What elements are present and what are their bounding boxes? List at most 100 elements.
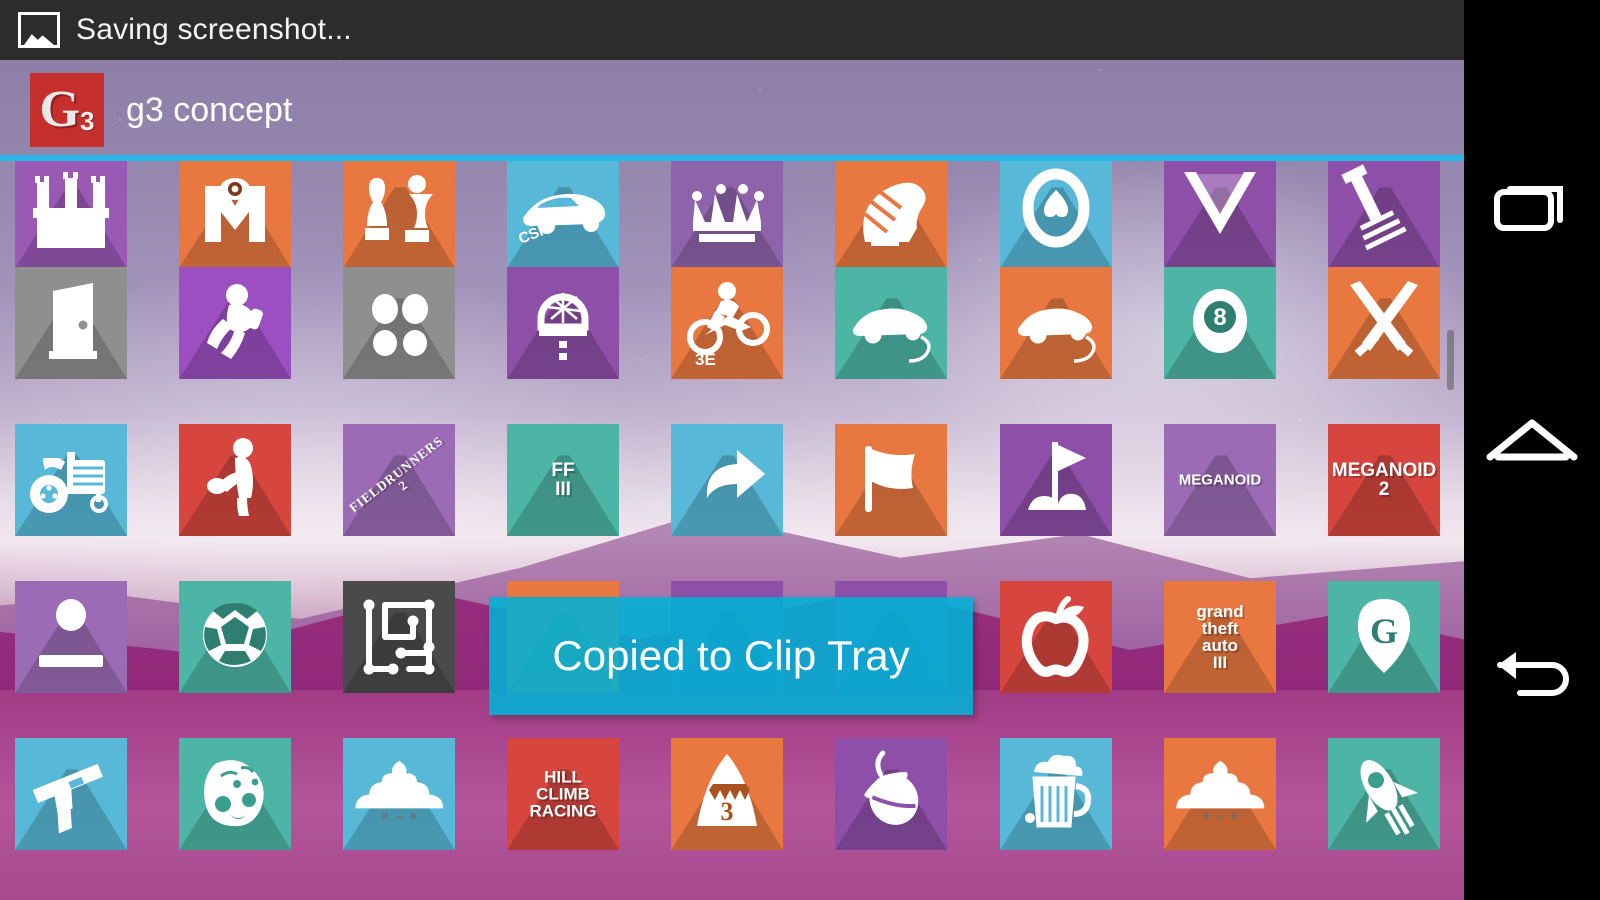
poop-orange-icon[interactable]	[1164, 738, 1276, 850]
icon-tile	[179, 581, 291, 693]
icon-tile	[15, 156, 127, 268]
icon-tile	[179, 267, 291, 379]
svg-text:8: 8	[1213, 304, 1226, 331]
icon-tile	[179, 156, 291, 268]
guitar-icon[interactable]	[1328, 156, 1440, 268]
image-icon	[18, 12, 60, 48]
icon-tile	[1000, 581, 1112, 693]
icon-tile: MEGANOID	[1164, 424, 1276, 536]
icon-tile: MEGANOID 2	[1328, 424, 1440, 536]
icon-tile	[671, 424, 783, 536]
horse-icon[interactable]	[835, 156, 947, 268]
racing-car-orange-icon[interactable]	[1000, 267, 1112, 379]
ball-paddle-icon[interactable]	[15, 581, 127, 693]
icon-tile: FIELDRUNNERS 2	[343, 424, 455, 536]
golf-flag-icon[interactable]	[1000, 424, 1112, 536]
drawer-title: g3 concept	[126, 90, 293, 129]
svg-text:G: G	[1370, 611, 1398, 651]
eight-ball-icon[interactable]: 8	[1164, 267, 1276, 379]
csr-racing-icon[interactable]: CSR	[507, 156, 619, 268]
hungry-shark-3-icon[interactable]: 3	[671, 738, 783, 850]
crown-icon[interactable]	[671, 156, 783, 268]
screenshot-root: CSR 3E 8 FIELDRUNNERS 2 FF III MEGANOID …	[0, 0, 1600, 900]
recents-icon	[1494, 186, 1563, 231]
final-fantasy-iii-icon[interactable]: FF III	[507, 424, 619, 536]
soccer-ball-icon[interactable]	[179, 581, 291, 693]
beer-mug-icon[interactable]	[1000, 738, 1112, 850]
icon-tile	[507, 267, 619, 379]
acorn-icon[interactable]	[835, 738, 947, 850]
icon-tile	[343, 738, 455, 850]
chevron-icon[interactable]	[1164, 156, 1276, 268]
creature-face-icon[interactable]	[179, 738, 291, 850]
meganoid-2-icon[interactable]: MEGANOID 2	[1328, 424, 1440, 536]
fieldrunners-2-icon[interactable]: FIELDRUNNERS 2	[343, 424, 455, 536]
apple-icon[interactable]	[1000, 581, 1112, 693]
monsters-icon[interactable]	[179, 156, 291, 268]
phone-screen: CSR 3E 8 FIELDRUNNERS 2 FF III MEGANOID …	[0, 0, 1464, 900]
g3-logo-icon: G 3	[30, 73, 104, 147]
grand-theft-auto-iii-icon[interactable]: grand theft auto III	[1164, 581, 1276, 693]
svg-text:3: 3	[721, 797, 734, 826]
toast-message: Copied to Clip Tray	[552, 632, 910, 679]
rocket-icon[interactable]	[1328, 738, 1440, 850]
icon-tile	[835, 738, 947, 850]
guitar-pick-icon[interactable]: G	[1328, 581, 1440, 693]
icon-label: MEGANOID 2	[1331, 460, 1437, 500]
racing-car-teal-icon[interactable]	[835, 267, 947, 379]
status-bar-text: Saving screenshot...	[76, 13, 352, 46]
trial-xtreme-icon[interactable]: 3E	[671, 267, 783, 379]
icon-tile	[1164, 156, 1276, 268]
icon-tile: CSR	[507, 156, 619, 268]
meganoid-icon[interactable]: MEGANOID	[1164, 424, 1276, 536]
icon-tile	[343, 156, 455, 268]
pistol-icon[interactable]	[15, 738, 127, 850]
castle-icon[interactable]	[15, 156, 127, 268]
icon-tile	[671, 156, 783, 268]
icon-tile	[343, 267, 455, 379]
svg-text:CSR: CSR	[516, 220, 552, 248]
icon-label: grand theft auto III	[1196, 602, 1244, 672]
icon-tile	[1000, 738, 1112, 850]
arrow-icon[interactable]	[671, 424, 783, 536]
icon-tile	[835, 424, 947, 536]
icon-label: FF III	[551, 460, 575, 500]
road-arch-icon[interactable]	[507, 267, 619, 379]
icon-tile	[1328, 738, 1440, 850]
back-button[interactable]	[1464, 620, 1600, 730]
hill-climb-racing-icon[interactable]: HILL CLIMB RACING	[507, 738, 619, 850]
home-button[interactable]	[1464, 385, 1600, 495]
flow-puzzle-icon[interactable]	[343, 581, 455, 693]
spade-icon[interactable]	[1000, 156, 1112, 268]
flag-icon[interactable]	[835, 424, 947, 536]
tractor-icon[interactable]	[15, 424, 127, 536]
icon-tile: grand theft auto III	[1164, 581, 1276, 693]
door-icon[interactable]	[15, 267, 127, 379]
chess-icon[interactable]	[343, 156, 455, 268]
four-dots-icon[interactable]	[343, 267, 455, 379]
tab-underline	[0, 155, 1464, 161]
icon-tile	[1328, 267, 1440, 379]
bowler-icon[interactable]	[179, 424, 291, 536]
icon-tile	[343, 581, 455, 693]
icon-tile	[179, 738, 291, 850]
icon-label: MEGANOID	[1178, 471, 1262, 489]
toast-notification: Copied to Clip Tray	[489, 597, 973, 715]
icon-tile: 3	[671, 738, 783, 850]
g3-logo-letter: G	[39, 81, 80, 138]
icon-tile	[15, 581, 127, 693]
icon-tile	[15, 738, 127, 850]
home-icon	[1486, 419, 1578, 461]
grid-scrollbar[interactable]	[1447, 330, 1454, 390]
recents-button[interactable]	[1464, 150, 1600, 260]
poop-blue-icon[interactable]	[343, 738, 455, 850]
swords-icon[interactable]	[1328, 267, 1440, 379]
icon-tile	[1000, 156, 1112, 268]
jetpack-joyride-icon[interactable]	[179, 267, 291, 379]
drawer-header: G 3 g3 concept	[0, 60, 1464, 160]
icon-tile	[1328, 156, 1440, 268]
icon-tile	[15, 424, 127, 536]
icon-tile	[1164, 738, 1276, 850]
g3-logo-sub: 3	[79, 106, 95, 136]
icon-tile: G	[1328, 581, 1440, 693]
